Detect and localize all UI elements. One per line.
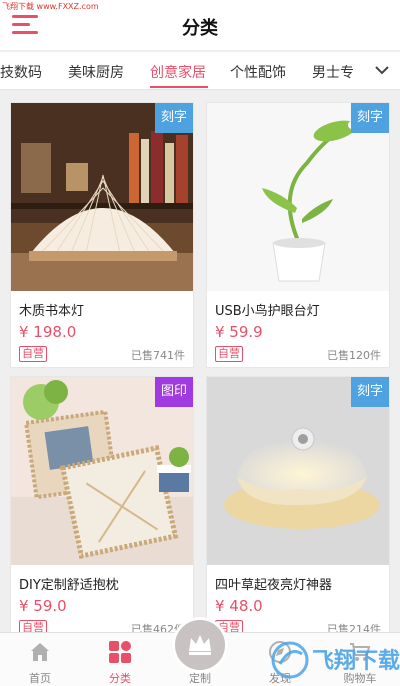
site-watermark-logo: 飞翔下载 [271,641,400,679]
page-title: 分类 [182,18,218,39]
self-operated-tag: 自营 [215,346,243,362]
tabs-expand-button[interactable] [364,52,400,89]
category-icon [109,641,131,663]
nav-label: 分类 [109,672,131,685]
product-card[interactable]: 刻字 USB小鸟护眼台灯 ¥ 59.9 自营 已售120件 [206,102,390,368]
chevron-down-icon [375,66,389,75]
category-tabs: 技数码 美味厨房 创意家居 个性配饰 男士专 [0,52,400,90]
tab-kitchen[interactable]: 美味厨房 [68,62,124,82]
product-card[interactable]: 刻字 四叶草起夜亮灯神器 ¥ 48.0 自营 已售214件 [206,376,390,642]
tab-digital[interactable]: 技数码 [0,62,42,82]
product-card[interactable]: 刻字 木质书本灯 ¥ 198.0 自营 已售741件 [10,102,194,368]
nav-label: 定制 [189,672,211,685]
engrave-badge: 刻字 [351,377,389,407]
active-tab-indicator [150,86,208,88]
product-price: ¥ 59.0 [19,597,67,615]
product-price: ¥ 198.0 [19,323,77,341]
engrave-badge: 刻字 [351,103,389,133]
home-icon [31,643,49,661]
product-name: 四叶草起夜亮灯神器 [215,578,333,593]
nav-label: 首页 [29,672,51,685]
sold-count: 已售741件 [131,349,185,362]
engrave-badge: 刻字 [155,103,193,133]
nav-home[interactable]: 首页 [0,633,80,686]
product-name: DIY定制舒适抱枕 [19,578,119,593]
nav-custom[interactable]: 定制 [160,617,240,686]
nav-category[interactable]: 分类 [80,633,160,686]
product-card[interactable]: 图印 DIY定制舒适抱枕 ¥ 59.0 自营 已售462件 [10,376,194,642]
product-name: USB小鸟护眼台灯 [215,304,320,319]
watermark-text: 飞翔下载 www.FXXZ.com [2,2,99,11]
tab-mens[interactable]: 男士专 [312,62,354,82]
product-price: ¥ 48.0 [215,597,263,615]
custom-center-button[interactable] [172,617,228,673]
watermark-logo-text: 飞翔下载 [312,648,400,674]
self-operated-tag: 自营 [19,346,47,362]
tab-home[interactable]: 创意家居 [150,62,206,82]
sold-count: 已售120件 [327,349,381,362]
crown-icon [189,635,211,655]
tab-accessories[interactable]: 个性配饰 [230,62,286,82]
print-badge: 图印 [155,377,193,407]
product-name: 木质书本灯 [19,304,85,319]
product-price: ¥ 59.9 [215,323,263,341]
